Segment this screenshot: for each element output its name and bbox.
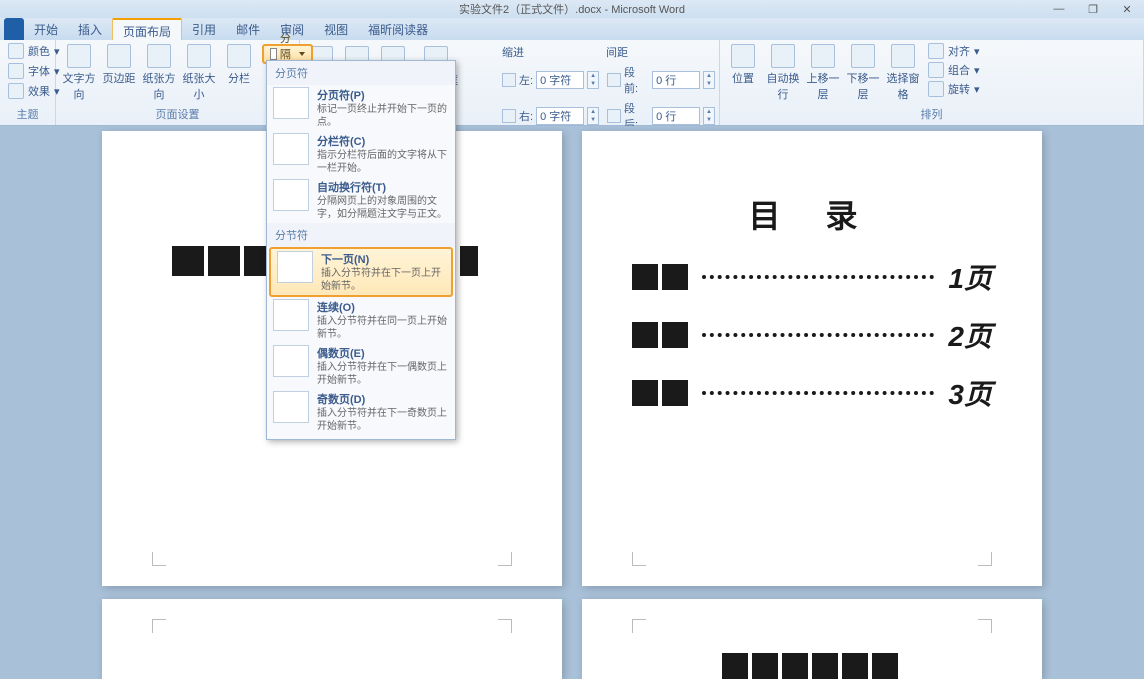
selection-button[interactable]: 选择窗格	[884, 42, 922, 102]
dropdown-item-even-page[interactable]: 偶数页(E)插入分节符并在下一偶数页上开始新节。	[267, 343, 455, 389]
page-2[interactable]: 目 录 1页 2页 3页	[582, 131, 1042, 586]
tab-layout[interactable]: 页面布局	[112, 18, 182, 40]
dropdown-section-pagebreaks: 分页符	[267, 61, 455, 85]
ribbon-tabs: 开始 插入 页面布局 引用 邮件 审阅 视图 福昕阅读器	[0, 18, 1144, 40]
indent-right-input[interactable]: 0 字符	[536, 107, 584, 125]
position-icon	[731, 44, 755, 68]
maximize-button[interactable]: ❐	[1076, 0, 1110, 18]
dropdown-item-next-page[interactable]: 下一页(N)插入分节符并在下一页上开始新节。	[269, 247, 453, 297]
group-page-setup-label: 页面设置	[60, 105, 295, 123]
text-direction-button[interactable]: 文字方向	[60, 42, 98, 102]
selection-icon	[891, 44, 915, 68]
group-theme: 颜色▾ 字体▾ 效果▾ 主题	[0, 40, 56, 125]
backward-icon	[851, 44, 875, 68]
rotate-icon	[928, 81, 944, 97]
indent-left-spinner[interactable]: ▲▼	[587, 71, 599, 89]
spacing-before-spinner[interactable]: ▲▼	[703, 71, 715, 89]
columns-button[interactable]: 分栏	[220, 42, 258, 86]
toc-entry: 2页	[632, 315, 992, 355]
tab-view[interactable]: 视图	[314, 18, 358, 40]
page-break-icon	[273, 87, 309, 119]
tab-mailings[interactable]: 邮件	[226, 18, 270, 40]
close-button[interactable]: ✕	[1110, 0, 1144, 18]
document-area[interactable]: 目 录 1页 2页 3页	[0, 126, 1144, 679]
spacing-after-input[interactable]: 0 行	[652, 107, 700, 125]
dropdown-item-text-wrapping[interactable]: 自动换行符(T)分隔网页上的对象周围的文字，如分隔题注文字与正文。	[267, 177, 455, 223]
group-arrange: 位置 自动换行 上移一层 下移一层 选择窗格 对齐▾ 组合▾ 旋转▾ 排列	[720, 40, 1144, 125]
orientation-icon	[147, 44, 171, 68]
backward-button[interactable]: 下移一层	[844, 42, 882, 102]
toc-entry: 1页	[632, 257, 992, 297]
column-break-icon	[273, 133, 309, 165]
spacing-before-row: 段前: 0 行 ▲▼	[607, 64, 715, 96]
margins-button[interactable]: 页边距	[100, 42, 138, 86]
dropdown-item-continuous[interactable]: 连续(O)插入分节符并在同一页上开始新节。	[267, 297, 455, 343]
chevron-down-icon	[299, 52, 305, 56]
size-icon	[187, 44, 211, 68]
text-wrapping-icon	[273, 179, 309, 211]
breaks-icon	[270, 48, 277, 60]
indent-right-spinner[interactable]: ▲▼	[587, 107, 599, 125]
page-3[interactable]	[102, 599, 562, 679]
file-tab[interactable]	[4, 18, 24, 40]
colors-button[interactable]: 颜色▾	[4, 42, 64, 60]
indent-header: 缩进	[502, 44, 524, 60]
spacing-before-input[interactable]: 0 行	[652, 71, 700, 89]
tab-insert[interactable]: 插入	[68, 18, 112, 40]
tab-references[interactable]: 引用	[182, 18, 226, 40]
columns-icon	[227, 44, 251, 68]
indent-left-input[interactable]: 0 字符	[536, 71, 584, 89]
dropdown-item-page-break[interactable]: 分页符(P)标记一页终止并开始下一页的点。	[267, 85, 455, 131]
toc-title: 目 录	[582, 191, 1042, 237]
rotate-button[interactable]: 旋转▾	[924, 80, 984, 98]
breaks-dropdown-menu: 分页符 分页符(P)标记一页终止并开始下一页的点。 分栏符(C)指示分栏符后面的…	[266, 60, 456, 440]
spacing-header: 间距	[606, 44, 628, 60]
group-arrange-label: 排列	[724, 105, 1139, 123]
spacing-before-icon	[607, 73, 621, 87]
forward-icon	[811, 44, 835, 68]
effects-icon	[8, 83, 24, 99]
position-button[interactable]: 位置	[724, 42, 762, 86]
redacted-heading	[722, 653, 898, 679]
spacing-after-spinner[interactable]: ▲▼	[703, 107, 715, 125]
colors-icon	[8, 43, 24, 59]
odd-page-icon	[273, 391, 309, 423]
group-page-setup: 文字方向 页边距 纸张方向 纸张大小 分栏 分隔符 页面设置	[56, 40, 300, 125]
align-icon	[928, 43, 944, 59]
indent-right-icon	[502, 109, 516, 123]
title-bar: 实验文件2（正式文件）.docx - Microsoft Word — ❐ ✕	[0, 0, 1144, 18]
minimize-button[interactable]: —	[1042, 0, 1076, 18]
window-title: 实验文件2（正式文件）.docx - Microsoft Word	[459, 1, 685, 17]
page-4[interactable]	[582, 599, 1042, 679]
indent-left-icon	[502, 73, 516, 87]
group-button[interactable]: 组合▾	[924, 61, 984, 79]
dropdown-section-sectionbreaks: 分节符	[267, 223, 455, 247]
ribbon: 颜色▾ 字体▾ 效果▾ 主题 文字方向 页边距 纸张方向 纸张大小 分栏 分隔符…	[0, 40, 1144, 126]
wrap-button[interactable]: 自动换行	[764, 42, 802, 102]
window-controls: — ❐ ✕	[1042, 0, 1144, 18]
dropdown-item-odd-page[interactable]: 奇数页(D)插入分节符并在下一奇数页上开始新节。	[267, 389, 455, 435]
forward-button[interactable]: 上移一层	[804, 42, 842, 102]
even-page-icon	[273, 345, 309, 377]
margins-icon	[107, 44, 131, 68]
toc-entry: 3页	[632, 373, 992, 413]
tab-foxit[interactable]: 福昕阅读器	[358, 18, 438, 40]
spacing-after-icon	[607, 109, 621, 123]
orientation-button[interactable]: 纸张方向	[140, 42, 178, 102]
size-button[interactable]: 纸张大小	[180, 42, 218, 102]
group-icon	[928, 62, 944, 78]
fonts-button[interactable]: 字体▾	[4, 62, 64, 80]
fonts-icon	[8, 63, 24, 79]
wrap-icon	[771, 44, 795, 68]
effects-button[interactable]: 效果▾	[4, 82, 64, 100]
text-direction-icon	[67, 44, 91, 68]
align-button[interactable]: 对齐▾	[924, 42, 984, 60]
tab-home[interactable]: 开始	[24, 18, 68, 40]
group-paragraph: 缩进 间距 左: 0 字符 ▲▼ 段前: 0 行 ▲▼	[498, 40, 720, 125]
group-theme-label: 主题	[4, 105, 51, 123]
next-page-icon	[277, 251, 313, 283]
continuous-icon	[273, 299, 309, 331]
dropdown-item-column-break[interactable]: 分栏符(C)指示分栏符后面的文字将从下一栏开始。	[267, 131, 455, 177]
indent-left-row: 左: 0 字符 ▲▼	[502, 64, 599, 96]
